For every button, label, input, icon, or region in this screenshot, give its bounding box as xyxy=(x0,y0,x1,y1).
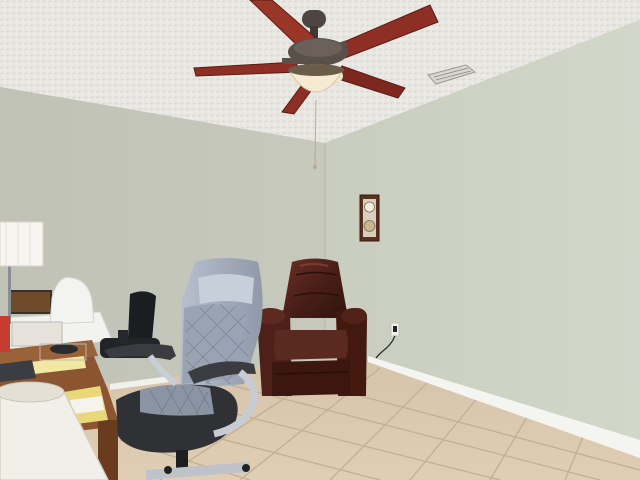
wall-clock xyxy=(359,194,380,242)
room-photo xyxy=(0,0,640,480)
